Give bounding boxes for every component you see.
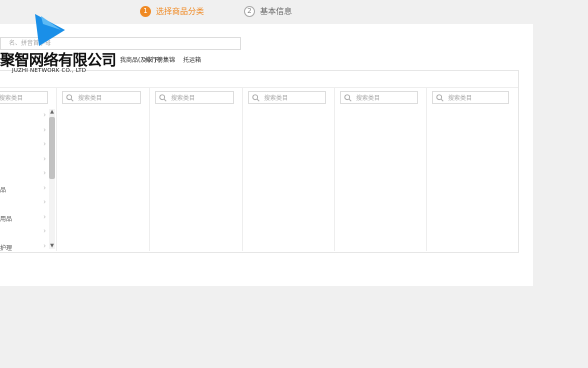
column-search-placeholder: 搜索类目 — [448, 95, 473, 102]
search-icon — [436, 93, 444, 102]
search-icon — [344, 93, 352, 102]
category-column-6: 搜索类目 — [427, 87, 517, 251]
chevron-right-icon: › — [43, 198, 46, 206]
step-select-category[interactable]: 1 选择商品分类 — [140, 4, 204, 18]
watermark-company-name-en: JUZHI NETWORK CO., LTD — [12, 68, 87, 74]
column-search-input[interactable]: 搜索类目 — [0, 91, 48, 104]
list-item[interactable]: › — [0, 153, 48, 168]
watermark-company-name: 聚智网络有限公司 — [0, 51, 117, 69]
quick-link-rankings[interactable]: 排行榜集锦 — [145, 55, 175, 64]
list-item[interactable]: › — [0, 124, 48, 139]
column-search-placeholder: 搜索类目 — [0, 95, 24, 102]
scrollbar-thumb[interactable] — [49, 117, 55, 179]
list-item[interactable]: 护理 › — [0, 240, 48, 255]
scroll-up-arrow-icon[interactable]: ▲ — [49, 109, 55, 115]
column-search-placeholder: 搜索类目 — [78, 95, 103, 102]
watermark-logo-icon — [35, 14, 65, 46]
chevron-right-icon: › — [43, 169, 46, 177]
list-item[interactable]: › — [0, 225, 48, 240]
column-search-input[interactable]: 搜索类目 — [340, 91, 418, 104]
step-basic-info[interactable]: 2 基本信息 — [244, 4, 292, 18]
category-column-4: 搜索类目 — [243, 87, 335, 251]
list-item[interactable]: 用品 › — [0, 211, 48, 226]
chevron-right-icon: › — [43, 241, 46, 250]
list-item[interactable]: › — [0, 109, 48, 124]
quick-link-shipping-box[interactable]: 托运箱 — [183, 55, 201, 64]
scroll-down-arrow-icon[interactable]: ▼ — [49, 243, 55, 249]
column-search-input[interactable]: 搜索类目 — [155, 91, 234, 104]
list-item[interactable]: › — [0, 196, 48, 211]
category-columns: 搜索类目 › › › › › 品 › › 用品 › › 护理 › ▲ ▼ 搜索类目 搜… — [0, 70, 519, 253]
search-icon — [66, 93, 74, 102]
column-search-placeholder: 搜索类目 — [356, 95, 381, 102]
category-list: › › › › › 品 › › 用品 › › 护理 › — [0, 109, 48, 254]
step-bar: 1 选择商品分类 2 基本信息 — [0, 0, 588, 24]
chevron-right-icon: › — [43, 111, 46, 119]
chevron-right-icon: › — [43, 212, 46, 221]
category-column-3: 搜索类目 — [150, 87, 243, 251]
column-search-input[interactable]: 搜索类目 — [432, 91, 509, 104]
category-column-1: 搜索类目 › › › › › 品 › › 用品 › › 护理 › ▲ ▼ — [0, 87, 57, 254]
column-search-placeholder: 搜索类目 — [264, 95, 289, 102]
column-search-input[interactable]: 搜索类目 — [248, 91, 326, 104]
list-item[interactable]: › — [0, 138, 48, 153]
step-label: 选择商品分类 — [156, 6, 204, 16]
column-search-placeholder: 搜索类目 — [171, 95, 196, 102]
step-number: 1 — [140, 5, 151, 17]
step-label: 基本信息 — [260, 6, 292, 16]
chevron-right-icon: › — [43, 125, 46, 134]
search-icon — [159, 93, 167, 102]
column-search-input[interactable]: 搜索类目 — [62, 91, 141, 104]
search-icon — [252, 93, 260, 102]
list-item[interactable]: › — [0, 167, 48, 182]
list-item[interactable]: 品 › — [0, 182, 48, 197]
chevron-right-icon: › — [43, 154, 46, 163]
chevron-right-icon: › — [43, 227, 46, 235]
step-number: 2 — [244, 5, 255, 17]
chevron-right-icon: › — [43, 140, 46, 148]
category-column-2: 搜索类目 — [57, 87, 150, 251]
chevron-right-icon: › — [43, 183, 46, 192]
category-column-5: 搜索类目 — [335, 87, 427, 251]
